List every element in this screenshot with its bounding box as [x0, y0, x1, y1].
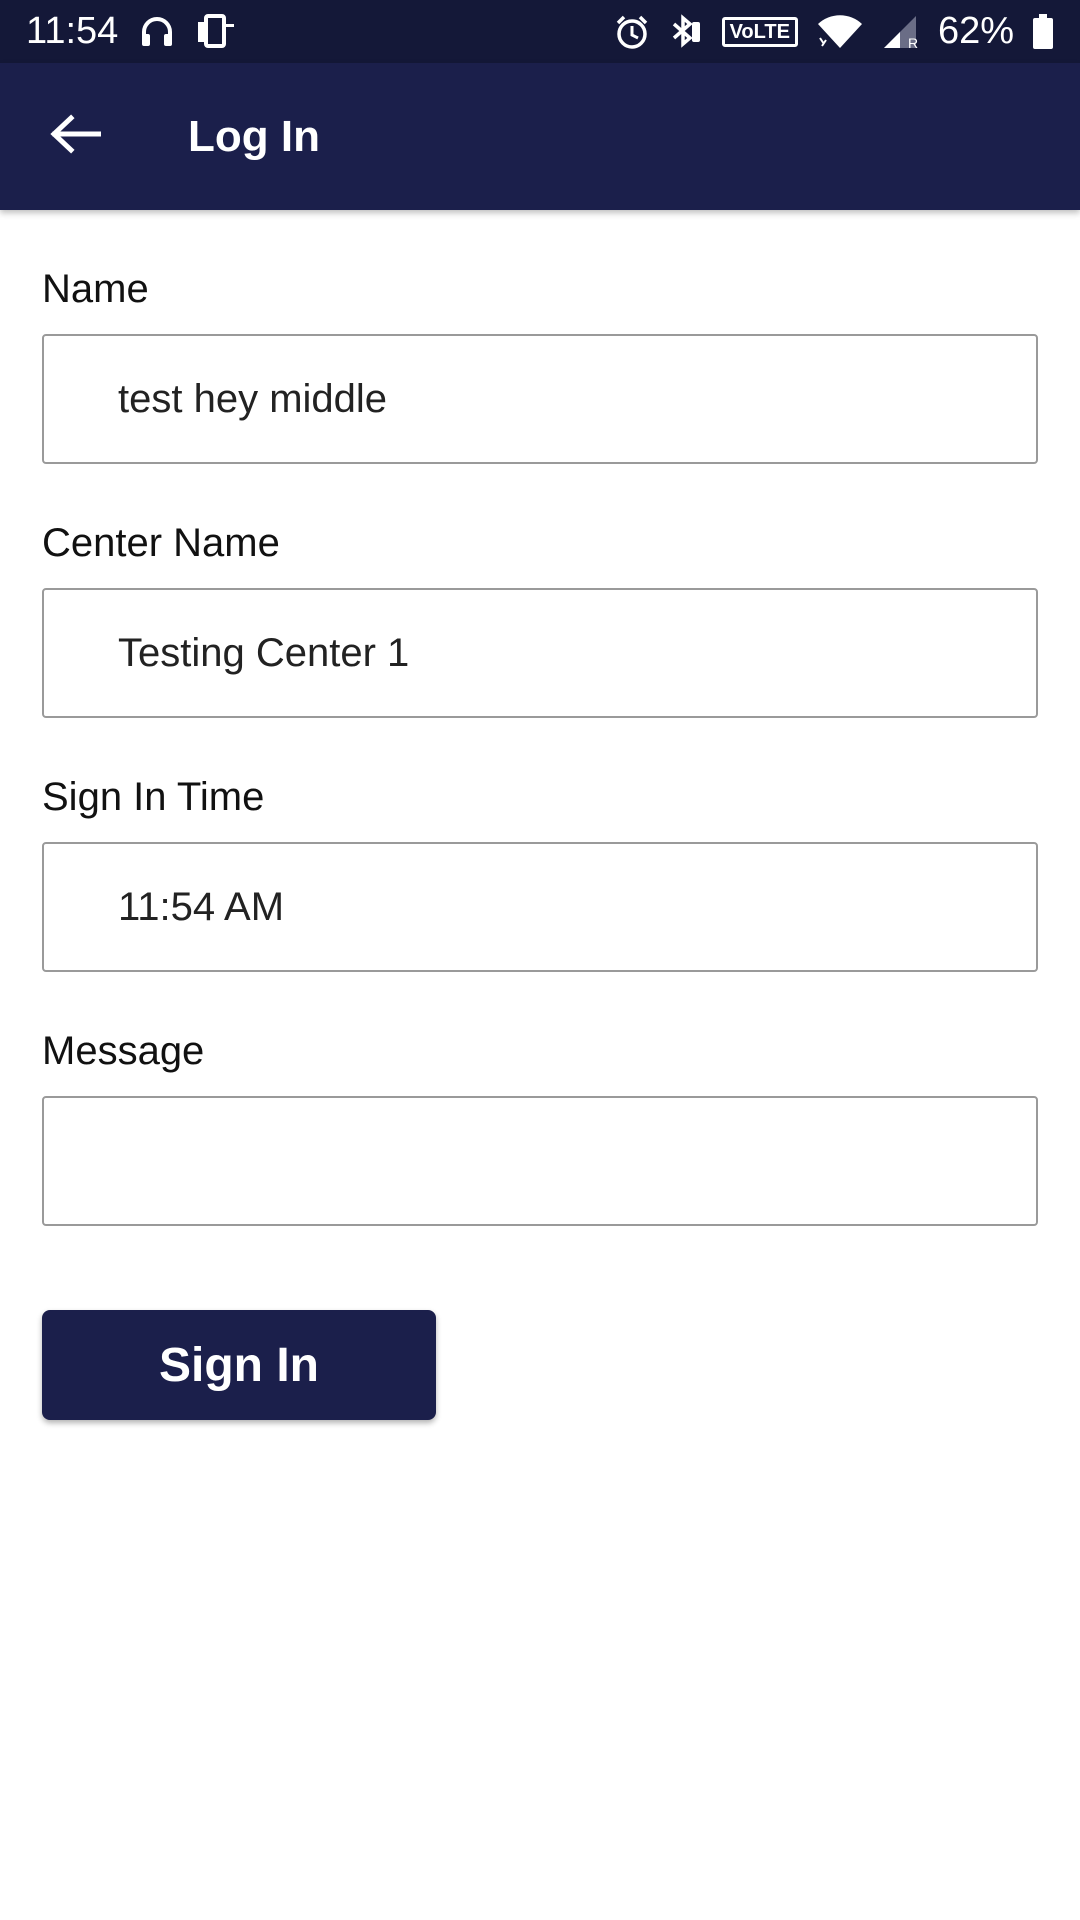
app-bar: Log In [0, 63, 1080, 210]
page-title: Log In [188, 111, 320, 161]
sign-in-time-label: Sign In Time [42, 775, 265, 819]
phone-cast-icon [196, 13, 236, 50]
status-left: 11:54 [26, 10, 236, 53]
sign-in-button[interactable]: Sign In [42, 1310, 436, 1420]
message-label: Message [42, 1029, 205, 1073]
battery-percent: 62% [937, 10, 1014, 52]
name-label: Name [42, 267, 149, 311]
message-input[interactable] [42, 1096, 1038, 1226]
center-name-input[interactable] [42, 588, 1038, 718]
name-input[interactable] [42, 334, 1038, 464]
status-right: VoLTE R 62% [614, 10, 1054, 53]
bluetooth-icon [668, 13, 704, 50]
center-name-label: Center Name [42, 521, 280, 565]
status-bar: 11:54 VoLTE R 62% [0, 0, 1080, 63]
back-button[interactable] [0, 63, 150, 210]
arrow-left-icon [49, 114, 102, 159]
login-form: Name Center Name Sign In Time Message [42, 210, 1038, 1226]
headphones-icon [140, 16, 174, 48]
alarm-icon [614, 14, 650, 50]
status-time: 11:54 [26, 10, 119, 52]
svg-text:R: R [908, 35, 918, 50]
volte-icon: VoLTE [721, 16, 798, 47]
cell-signal-icon: R [882, 14, 920, 50]
sign-in-time-input[interactable] [42, 842, 1038, 972]
battery-icon [1032, 13, 1054, 50]
wifi-icon [816, 14, 864, 50]
